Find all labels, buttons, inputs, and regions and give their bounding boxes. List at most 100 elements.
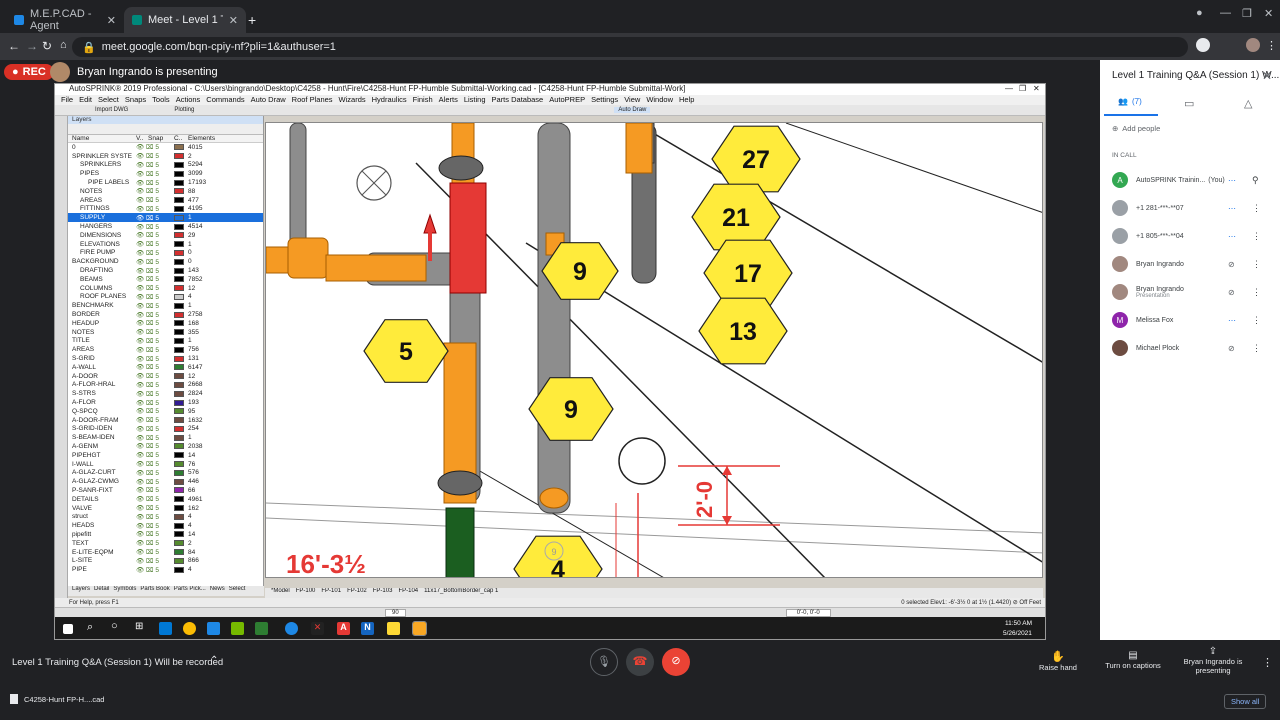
cad-minimize-icon[interactable]: — (1005, 84, 1013, 93)
edge-icon[interactable] (285, 622, 298, 635)
new-tab-button[interactable]: + (248, 7, 262, 33)
layer-color-swatch[interactable] (174, 346, 184, 353)
layer-row[interactable]: FIRE PUMP 👁 ⌧ 5 0 (68, 249, 263, 258)
layer-color-swatch[interactable] (174, 425, 184, 432)
layer-row[interactable]: S-GRID 👁 ⌧ 5 131 (68, 354, 263, 363)
layer-visibility-toggle[interactable]: 👁 ⌧ 5 (136, 293, 159, 301)
layer-row[interactable]: A-GLAZ-CWMG 👁 ⌧ 5 446 (68, 477, 263, 486)
layer-color-swatch[interactable] (174, 364, 184, 371)
layer-row[interactable]: BACKGROUND 👁 ⌧ 5 0 (68, 257, 263, 266)
drawing-canvas[interactable]: 27 21 17 13 9 5 9 4 9 16'-3½ 2'-0 (265, 122, 1043, 578)
layer-row[interactable]: PIPEHGT 👁 ⌧ 5 14 (68, 451, 263, 460)
layer-row[interactable]: A-DOOR 👁 ⌧ 5 12 (68, 372, 263, 381)
auto-draw-button[interactable]: Auto Draw (614, 107, 651, 113)
layer-visibility-toggle[interactable]: 👁 ⌧ 5 (136, 337, 159, 345)
col-name[interactable]: Name (72, 135, 89, 142)
cad-menu-item[interactable]: Snaps (125, 95, 146, 104)
participant-row[interactable]: Bryan Ingrando ⊘ ⋮ (1112, 254, 1262, 274)
acrobat-icon[interactable]: A (337, 622, 350, 635)
layer-row[interactable]: A-GLAZ-CURT 👁 ⌧ 5 576 (68, 468, 263, 477)
participant-row[interactable]: Bryan Ingrando Presentation ⊘ ⋮ (1112, 282, 1262, 302)
layer-row[interactable]: A-GENM 👁 ⌧ 5 2038 (68, 442, 263, 451)
layer-visibility-toggle[interactable]: 👁 ⌧ 5 (136, 363, 159, 371)
cad-menu-item[interactable]: Auto Draw (251, 95, 286, 104)
layer-visibility-toggle[interactable]: 👁 ⌧ 5 (136, 557, 159, 565)
cad-menu-item[interactable]: Wizards (339, 95, 366, 104)
nvidia-icon[interactable] (231, 622, 244, 635)
layer-row[interactable]: S-BEAM-IDEN 👁 ⌧ 5 1 (68, 433, 263, 442)
layer-visibility-toggle[interactable]: 👁 ⌧ 5 (136, 346, 159, 354)
layer-color-swatch[interactable] (174, 487, 184, 494)
layer-color-swatch[interactable] (174, 469, 184, 476)
download-item[interactable]: C4258-Hunt FP-H....cad (10, 694, 104, 704)
layer-visibility-toggle[interactable]: 👁 ⌧ 5 (136, 460, 159, 468)
layer-visibility-toggle[interactable]: 👁 ⌧ 5 (136, 355, 159, 363)
activities-icon[interactable]: △ (1244, 97, 1252, 110)
layer-visibility-toggle[interactable]: 👁 ⌧ 5 (136, 161, 159, 169)
layer-color-swatch[interactable] (174, 293, 184, 300)
more-options-icon[interactable]: ⋮ (1252, 231, 1261, 242)
menu-icon[interactable]: ⋮ (1266, 39, 1277, 52)
layer-color-swatch[interactable] (174, 153, 184, 160)
layer-color-swatch[interactable] (174, 285, 184, 292)
plotting-button[interactable]: Plotting (174, 107, 194, 113)
layer-color-swatch[interactable] (174, 478, 184, 485)
layer-color-swatch[interactable] (174, 302, 184, 309)
more-options-icon[interactable]: ⋮ (1252, 315, 1261, 326)
layer-color-swatch[interactable] (174, 373, 184, 380)
layer-row[interactable]: AREAS 👁 ⌧ 5 477 (68, 196, 263, 205)
sheet-tab[interactable]: FP-102 (347, 588, 367, 594)
layer-row[interactable]: PIPES 👁 ⌧ 5 3099 (68, 169, 263, 178)
layer-visibility-toggle[interactable]: 👁 ⌧ 5 (136, 381, 159, 389)
layer-visibility-toggle[interactable]: 👁 ⌧ 5 (136, 495, 159, 503)
layer-visibility-toggle[interactable]: 👁 ⌧ 5 (136, 319, 159, 327)
layer-row[interactable]: ROOF PLANES 👁 ⌧ 5 4 (68, 293, 263, 302)
cad-maximize-icon[interactable]: ❐ (1019, 84, 1026, 93)
cad-menu-item[interactable]: Commands (206, 95, 244, 104)
layer-color-swatch[interactable] (174, 399, 184, 406)
cad-menu-item[interactable]: View (624, 95, 640, 104)
layer-visibility-toggle[interactable]: 👁 ⌧ 5 (136, 205, 159, 213)
search-icon[interactable]: ⌕ (87, 621, 100, 634)
participant-row[interactable]: Michael Plock ⊘ ⋮ (1112, 338, 1262, 358)
layer-color-swatch[interactable] (174, 417, 184, 424)
minimize-icon[interactable]: — (1220, 7, 1231, 19)
layer-visibility-toggle[interactable]: 👁 ⌧ 5 (136, 539, 159, 547)
cad-menu-item[interactable]: Hydraulics (372, 95, 407, 104)
layer-color-swatch[interactable] (174, 205, 184, 212)
app-icon[interactable]: ✕ (311, 622, 324, 635)
layer-visibility-toggle[interactable]: 👁 ⌧ 5 (136, 522, 159, 530)
layer-visibility-toggle[interactable]: 👁 ⌧ 5 (136, 179, 159, 187)
layer-row[interactable]: SUPPLY 👁 ⌧ 5 1 (68, 213, 263, 223)
sheet-tab[interactable]: FP-101 (321, 588, 341, 594)
layers-tab[interactable]: Layers (72, 586, 90, 592)
cad-menu-item[interactable]: Parts Database (492, 95, 544, 104)
layer-color-swatch[interactable] (174, 390, 184, 397)
layer-color-swatch[interactable] (174, 513, 184, 520)
end-call-button[interactable]: ☎ (626, 648, 654, 676)
layer-visibility-toggle[interactable]: 👁 ⌧ 5 (136, 249, 159, 257)
profile-avatar[interactable] (1246, 38, 1260, 52)
layer-row[interactable]: ELEVATIONS 👁 ⌧ 5 1 (68, 240, 263, 249)
layer-visibility-toggle[interactable]: 👁 ⌧ 5 (136, 442, 159, 450)
layer-row[interactable]: TITLE 👁 ⌧ 5 1 (68, 337, 263, 346)
add-people-button[interactable]: ⊕ Add people (1112, 124, 1160, 133)
sheet-tab[interactable]: FP-103 (373, 588, 393, 594)
layer-visibility-toggle[interactable]: 👁 ⌧ 5 (136, 267, 159, 275)
app-icon[interactable] (207, 622, 220, 635)
chat-icon[interactable]: ▭ (1184, 97, 1194, 110)
col-color[interactable]: C.. (174, 135, 182, 142)
layer-color-swatch[interactable] (174, 258, 184, 265)
app-icon[interactable] (255, 622, 268, 635)
layer-color-swatch[interactable] (174, 461, 184, 468)
sheet-tab[interactable]: 11x17_BottomBorder_cap 1 (424, 588, 498, 594)
layer-color-swatch[interactable] (174, 566, 184, 573)
participant-row[interactable]: M Melissa Fox ⋯ ⋮ (1112, 310, 1262, 330)
layer-visibility-toggle[interactable]: 👁 ⌧ 5 (136, 399, 159, 407)
layers-tab[interactable]: Select (229, 586, 246, 592)
cad-menu-item[interactable]: Tools (152, 95, 170, 104)
layer-color-swatch[interactable] (174, 540, 184, 547)
col-elements[interactable]: Elements (188, 135, 215, 142)
layer-row[interactable]: A-WALL 👁 ⌧ 5 6147 (68, 363, 263, 372)
layer-color-swatch[interactable] (174, 276, 184, 283)
